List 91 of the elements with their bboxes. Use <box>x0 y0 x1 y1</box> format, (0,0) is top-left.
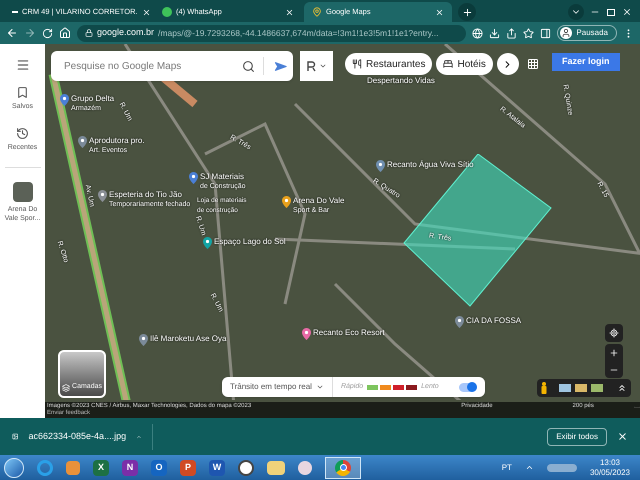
profile-status: Pausada <box>576 27 608 39</box>
search-box[interactable]: Pesquise no Google Maps <box>51 51 293 81</box>
traffic-legend-icon <box>367 384 418 390</box>
login-button[interactable]: Fazer login <box>552 53 620 71</box>
clock[interactable]: 13:03 30/05/2023 <box>590 458 630 478</box>
lock-icon <box>85 29 93 37</box>
layers-icon <box>62 384 70 392</box>
expand-icon[interactable] <box>617 383 627 393</box>
place-name: Espaço Lago do Sol <box>214 237 286 247</box>
map-pin-icon[interactable] <box>203 237 212 249</box>
imagery-thumbnail[interactable] <box>575 384 587 392</box>
tray-expand-icon[interactable] <box>524 463 534 472</box>
address-bar[interactable]: google.com.br /maps/@-19.7293268,-44.1486637,674m/data=!3m1!1e3!5m1!1e1?entry... <box>77 24 466 42</box>
scale-bar-icon <box>634 404 640 408</box>
forward-icon[interactable] <box>24 27 36 39</box>
close-icon[interactable] <box>142 8 151 16</box>
more-chips-button[interactable] <box>496 53 519 75</box>
plus-icon <box>462 6 472 18</box>
office-app-icon[interactable]: P <box>180 460 196 476</box>
url-path: /maps/@-19.7293268,-44.1486637,674m/data=!3m1!1e3!5m1!1e1?entry... <box>158 26 438 40</box>
menu-icon[interactable] <box>16 58 30 72</box>
place-name: Recanto Eco Resort <box>313 328 385 338</box>
close-icon[interactable] <box>435 8 444 16</box>
profile-button[interactable]: Pausada <box>557 25 617 41</box>
office-app-icon[interactable]: N <box>122 460 138 476</box>
office-app-icon[interactable]: O <box>151 460 167 476</box>
share-icon[interactable] <box>506 28 518 38</box>
side-panel-icon[interactable] <box>540 28 552 38</box>
bookmark-star-icon[interactable] <box>523 28 534 38</box>
history-icon <box>16 126 29 140</box>
place-name: Espeteria do Tio Jão <box>109 190 182 200</box>
office-app-icon[interactable]: X <box>93 460 109 476</box>
place-name: Grupo Delta <box>71 94 114 104</box>
translate-icon[interactable] <box>472 28 484 38</box>
map-pin-icon[interactable] <box>139 334 148 346</box>
place-name: CIA DA FOSSA <box>466 316 522 326</box>
map-pin-icon[interactable] <box>302 328 311 340</box>
download-icon[interactable] <box>489 28 500 38</box>
new-tab-button[interactable] <box>458 3 476 21</box>
place-name: Arena Do Vale <box>293 196 344 206</box>
home-icon[interactable] <box>59 27 71 39</box>
parking-filter-button[interactable] <box>300 51 333 81</box>
close-icon[interactable] <box>617 431 628 442</box>
caret-icon <box>319 62 327 70</box>
start-button[interactable] <box>4 458 24 478</box>
map-pin-icon[interactable] <box>189 172 198 184</box>
pegman-icon[interactable] <box>541 382 547 394</box>
place-name: Despertando Vidas <box>367 76 435 86</box>
bed-icon <box>443 59 454 69</box>
zoom-in-icon[interactable] <box>609 348 619 358</box>
close-icon[interactable] <box>622 7 632 17</box>
map-pin-icon <box>312 7 322 17</box>
parking-icon <box>306 60 317 72</box>
avatar-icon <box>560 27 572 39</box>
map-pin-icon[interactable] <box>282 196 291 208</box>
search-placeholder: Pesquise no Google Maps <box>64 60 182 74</box>
folder-icon[interactable] <box>267 460 285 474</box>
category-chip[interactable]: Hotéis <box>436 53 493 75</box>
traffic-toggle[interactable] <box>458 382 477 392</box>
office-app-icon[interactable]: W <box>209 460 225 476</box>
map-pin-icon[interactable] <box>60 94 69 106</box>
place-name: Ilê Maroketu Ase Oya <box>150 334 226 344</box>
tab-list-button[interactable] <box>568 4 584 20</box>
apps-icon[interactable] <box>527 58 539 70</box>
show-all-button[interactable]: Exibir todos <box>547 428 607 446</box>
close-icon[interactable] <box>285 8 294 16</box>
locate-icon <box>609 328 619 338</box>
back-icon[interactable] <box>6 27 18 39</box>
url-host: google.com.br <box>97 26 154 40</box>
reload-icon[interactable] <box>42 28 53 38</box>
caret-icon <box>316 383 324 391</box>
imagery-thumbnail[interactable] <box>591 384 603 392</box>
place-thumbnail <box>12 182 32 202</box>
map-pin-icon[interactable] <box>98 190 107 202</box>
category-chip[interactable]: Restaurantes <box>345 53 432 75</box>
download-item[interactable]: ac662334-085e-4a....jpg <box>12 430 142 444</box>
imagery-thumbnail[interactable] <box>559 384 571 392</box>
place-name: Aprodutora pro. <box>89 136 145 146</box>
chrome-button[interactable] <box>325 456 361 478</box>
map-pin-icon[interactable] <box>376 160 385 172</box>
map-pin-icon[interactable] <box>78 136 87 148</box>
traffic-mode-button[interactable]: Trânsito em tempo real <box>222 377 333 397</box>
maximize-icon[interactable] <box>606 8 615 16</box>
bookmark-icon <box>16 86 29 99</box>
locate-button[interactable] <box>605 324 623 342</box>
place-name: SJ Materiais <box>200 172 244 182</box>
search-icon[interactable] <box>242 60 255 72</box>
map-pin-icon[interactable] <box>455 316 464 328</box>
file-image-icon <box>12 431 18 442</box>
language-indicator[interactable]: PT <box>502 462 512 474</box>
fork-knife-icon <box>352 59 362 69</box>
